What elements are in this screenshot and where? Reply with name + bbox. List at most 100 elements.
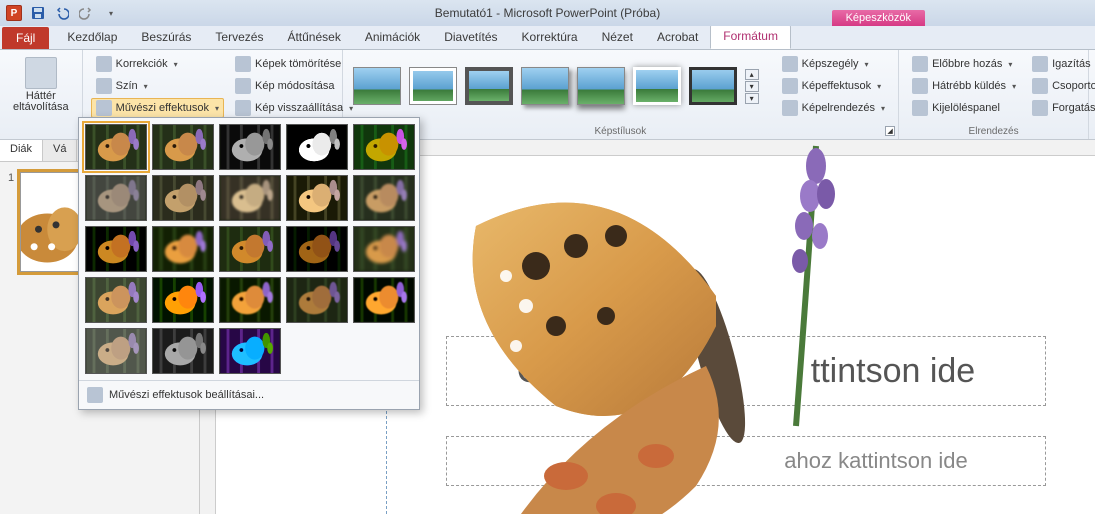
artistic-effect-thumb[interactable] [152, 124, 214, 170]
remove-background-button[interactable]: Háttéreltávolítása [8, 54, 74, 116]
tab-file[interactable]: Fájl [2, 27, 49, 49]
effects-icon [782, 78, 798, 94]
send-backward-button[interactable]: Hátrébb küldés▾ [907, 76, 1021, 96]
effects-label: Képeffektusok [802, 80, 872, 92]
qat-customize-button[interactable]: ▾ [100, 3, 120, 23]
corrections-button[interactable]: Korrekciók▾ [91, 54, 224, 74]
bring-forward-icon [912, 56, 928, 72]
tab-animations[interactable]: Animációk [353, 26, 432, 49]
style-thumb[interactable] [521, 67, 569, 105]
tab-slideshow[interactable]: Diavetítés [432, 26, 509, 49]
artistic-effect-thumb[interactable] [353, 124, 415, 170]
window-title: Bemutató1 - Microsoft PowerPoint (Próba) [0, 6, 1095, 20]
compress-label: Képek tömörítése [255, 58, 341, 70]
style-thumb[interactable] [577, 67, 625, 105]
corrections-label: Korrekciók [116, 58, 168, 70]
artistic-effect-thumb[interactable] [219, 277, 281, 323]
align-button[interactable]: Igazítás▾ [1027, 54, 1095, 74]
artistic-effect-thumb[interactable] [219, 328, 281, 374]
artistic-effect-thumb[interactable] [152, 328, 214, 374]
style-thumb[interactable] [633, 67, 681, 105]
styles-dialog-launcher[interactable]: ◢ [885, 126, 895, 136]
bring-forward-button[interactable]: Előbbre hozás▾ [907, 54, 1021, 74]
group-picture-styles: ▴▾▾ Képszegély▾ Képeffektusok▾ Képelrend… [343, 50, 899, 139]
app-menu-button[interactable]: P [4, 3, 24, 23]
color-button[interactable]: Szín▾ [91, 76, 224, 96]
save-button[interactable] [28, 3, 48, 23]
selection-pane-button[interactable]: Kijelöléspanel [907, 98, 1021, 118]
group-label-styles: Képstílusok [351, 124, 890, 137]
selection-pane-icon [912, 100, 928, 116]
options-icon [87, 387, 103, 403]
artistic-label: Művészi effektusok [116, 102, 209, 114]
border-icon [782, 56, 798, 72]
tab-insert[interactable]: Beszúrás [129, 26, 203, 49]
compress-icon [235, 56, 251, 72]
rotate-icon [1032, 100, 1048, 116]
butterfly-image[interactable] [416, 140, 936, 514]
send-backward-icon [912, 78, 928, 94]
artistic-effect-thumb[interactable] [286, 226, 348, 272]
group-button[interactable]: Csoportok▾ [1027, 76, 1095, 96]
tab-view[interactable]: Nézet [590, 26, 645, 49]
group-label-arrange: Elrendezés [907, 124, 1080, 137]
artistic-effect-thumb[interactable] [219, 175, 281, 221]
artistic-effect-thumb[interactable] [85, 277, 147, 323]
artistic-effect-thumb[interactable] [85, 175, 147, 221]
artistic-effects-options[interactable]: Művészi effektusok beállításai... [79, 380, 419, 409]
compress-pictures-button[interactable]: Képek tömörítése [230, 54, 358, 74]
align-label: Igazítás [1052, 58, 1091, 70]
selection-pane-label: Kijelöléspanel [932, 102, 1000, 114]
align-icon [1032, 56, 1048, 72]
change-picture-icon [235, 78, 251, 94]
picture-styles-gallery[interactable]: ▴▾▾ [351, 65, 761, 107]
picture-layout-button[interactable]: Képelrendezés▾ [777, 98, 890, 118]
artistic-effect-thumb[interactable] [219, 124, 281, 170]
gallery-scroll[interactable]: ▴▾▾ [745, 69, 759, 104]
artistic-effect-thumb[interactable] [353, 277, 415, 323]
artistic-effect-thumb[interactable] [152, 277, 214, 323]
tab-design[interactable]: Tervezés [203, 26, 275, 49]
group-adjust-bg: Háttéreltávolítása [0, 50, 83, 139]
artistic-effect-thumb[interactable] [353, 175, 415, 221]
group-arrange: Előbbre hozás▾ Hátrébb küldés▾ Kijelölés… [899, 50, 1089, 139]
tab-review[interactable]: Korrektúra [510, 26, 590, 49]
group-size-cut: K [1089, 50, 1095, 139]
contextual-tab-label: Képeszközök [832, 10, 925, 26]
artistic-effect-thumb[interactable] [353, 226, 415, 272]
reset-icon [235, 100, 251, 116]
style-thumb[interactable] [409, 67, 457, 105]
picture-border-button[interactable]: Képszegély▾ [777, 54, 890, 74]
artistic-effect-thumb[interactable] [85, 226, 147, 272]
picture-effects-button[interactable]: Képeffektusok▾ [777, 76, 890, 96]
send-back-label: Hátrébb küldés [932, 80, 1006, 92]
thumb-tab-outline[interactable]: Vá [43, 140, 77, 161]
redo-button[interactable] [76, 3, 96, 23]
reset-picture-button[interactable]: Kép visszaállítása▾ [230, 98, 358, 118]
style-thumb[interactable] [689, 67, 737, 105]
artistic-effect-thumb[interactable] [85, 328, 147, 374]
tab-format[interactable]: Formátum [710, 24, 791, 49]
contextual-tab-group: Képeszközök [832, 0, 925, 26]
color-label: Szín [116, 80, 138, 92]
artistic-effects-gallery: Művészi effektusok beállításai... [78, 117, 420, 410]
artistic-effect-thumb[interactable] [152, 226, 214, 272]
artistic-effect-thumb[interactable] [85, 124, 147, 170]
change-label: Kép módosítása [255, 80, 335, 92]
tab-home[interactable]: Kezdőlap [55, 26, 129, 49]
tab-acrobat[interactable]: Acrobat [645, 26, 710, 49]
tab-transitions[interactable]: Áttűnések [275, 26, 352, 49]
undo-button[interactable] [52, 3, 72, 23]
artistic-effect-thumb[interactable] [152, 175, 214, 221]
thumb-tab-slides[interactable]: Diák [0, 140, 43, 161]
style-thumb[interactable] [353, 67, 401, 105]
artistic-effect-thumb[interactable] [286, 175, 348, 221]
artistic-effect-thumb[interactable] [286, 277, 348, 323]
style-thumb[interactable] [465, 67, 513, 105]
rotate-button[interactable]: Forgatás▾ [1027, 98, 1095, 118]
remove-background-icon [25, 57, 57, 89]
artistic-effect-thumb[interactable] [219, 226, 281, 272]
artistic-effect-thumb[interactable] [286, 124, 348, 170]
change-picture-button[interactable]: Kép módosítása [230, 76, 358, 96]
artistic-effects-button[interactable]: Művészi effektusok▾ [91, 98, 224, 118]
